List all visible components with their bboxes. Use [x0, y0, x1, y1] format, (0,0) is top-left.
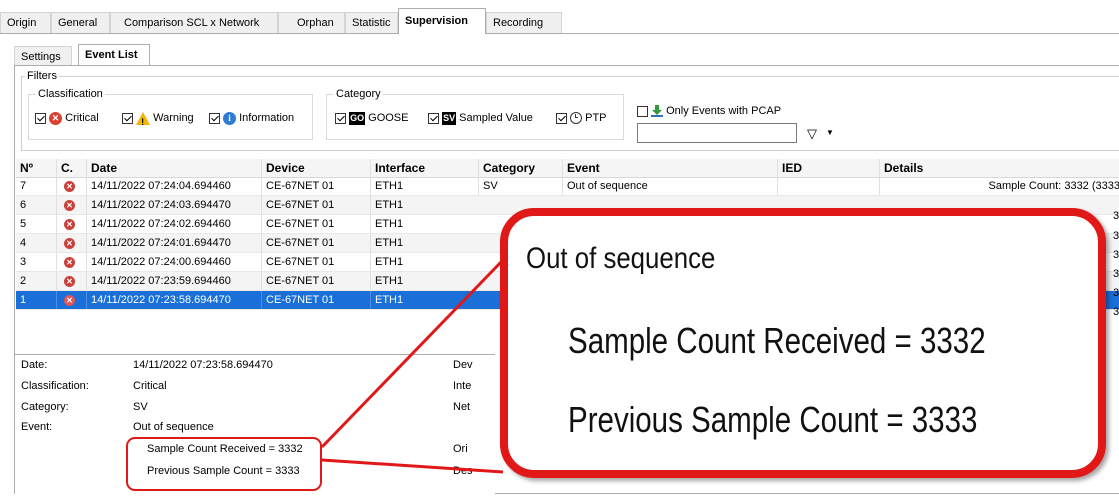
grid-overflow-fragment: 3 [1113, 230, 1119, 242]
grid-overflow-fragment: 3 [1113, 287, 1119, 299]
callout-title: Out of sequence [526, 242, 716, 275]
zoomed-event-callout: Out of sequence Sample Count Received = … [500, 208, 1106, 478]
callout-previous-sample: Previous Sample Count = 3333 [568, 399, 978, 440]
details-highlight-box [126, 437, 322, 491]
grid-overflow-fragment: 3 [1113, 306, 1119, 318]
callout-line-top [320, 258, 505, 449]
callout-sample-received: Sample Count Received = 3332 [568, 320, 986, 361]
grid-overflow-fragment: 3 [1113, 268, 1119, 280]
grid-overflow-fragment: 3 [1113, 249, 1119, 261]
callout-line-bottom [321, 458, 504, 474]
grid-overflow-fragment: 3 [1113, 210, 1119, 222]
